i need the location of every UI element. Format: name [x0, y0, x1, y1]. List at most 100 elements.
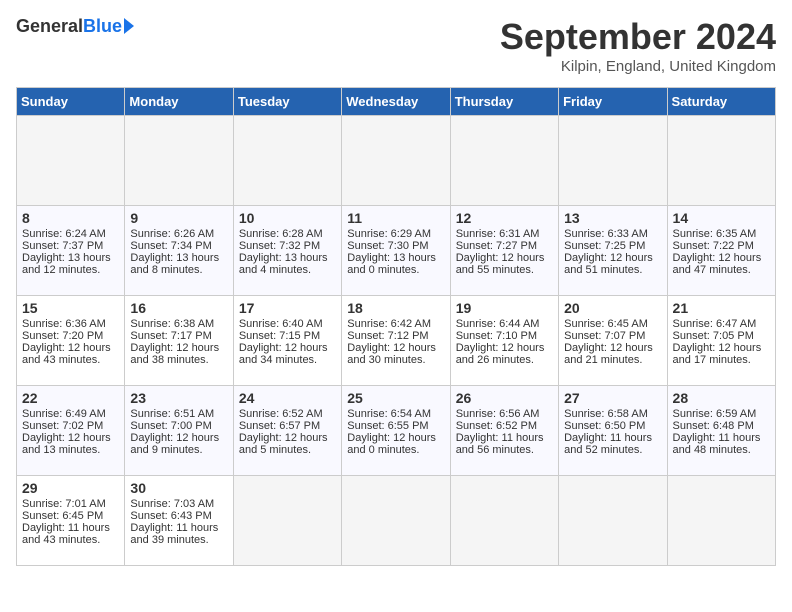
- logo-arrow-icon: [124, 18, 134, 34]
- header-friday: Friday: [559, 88, 667, 116]
- day-number: 24: [239, 390, 336, 406]
- daylight: Daylight: 11 hours and 39 minutes.: [130, 522, 218, 546]
- sunrise: Sunrise: 6:38 AM: [130, 318, 214, 330]
- sunset: Sunset: 7:07 PM: [564, 330, 645, 342]
- header-row: SundayMondayTuesdayWednesdayThursdayFrid…: [17, 88, 776, 116]
- day-number: 10: [239, 210, 336, 226]
- empty-cell: [559, 476, 667, 566]
- empty-cell: [342, 476, 450, 566]
- daylight: Daylight: 12 hours and 51 minutes.: [564, 252, 653, 276]
- sunset: Sunset: 7:17 PM: [130, 330, 211, 342]
- day-cell-12: 12Sunrise: 6:31 AMSunset: 7:27 PMDayligh…: [450, 206, 558, 296]
- day-number: 17: [239, 300, 336, 316]
- daylight: Daylight: 12 hours and 47 minutes.: [673, 252, 762, 276]
- header-saturday: Saturday: [667, 88, 775, 116]
- day-cell-10: 10Sunrise: 6:28 AMSunset: 7:32 PMDayligh…: [233, 206, 341, 296]
- daylight: Daylight: 13 hours and 0 minutes.: [347, 252, 436, 276]
- sunset: Sunset: 7:20 PM: [22, 330, 103, 342]
- daylight: Daylight: 11 hours and 43 minutes.: [22, 522, 110, 546]
- sunset: Sunset: 6:57 PM: [239, 420, 320, 432]
- day-cell-14: 14Sunrise: 6:35 AMSunset: 7:22 PMDayligh…: [667, 206, 775, 296]
- daylight: Daylight: 12 hours and 34 minutes.: [239, 342, 328, 366]
- daylight: Daylight: 12 hours and 30 minutes.: [347, 342, 436, 366]
- empty-cell: [667, 476, 775, 566]
- sunset: Sunset: 7:32 PM: [239, 240, 320, 252]
- day-number: 26: [456, 390, 553, 406]
- day-cell-28: 28Sunrise: 6:59 AMSunset: 6:48 PMDayligh…: [667, 386, 775, 476]
- day-number: 16: [130, 300, 227, 316]
- logo-blue: Blue: [83, 16, 122, 37]
- day-cell-19: 19 Sunrise: 6:44 AMSunset: 7:10 PMDayligh…: [450, 296, 558, 386]
- sunset: Sunset: 7:37 PM: [22, 240, 103, 252]
- daylight: Daylight: 11 hours and 48 minutes.: [673, 432, 761, 456]
- empty-cell: [342, 116, 450, 206]
- header-sunday: Sunday: [17, 88, 125, 116]
- sunrise: Sunrise: 6:51 AM: [130, 408, 214, 420]
- sunrise: Sunrise: 6:45 AM: [564, 318, 648, 330]
- sunrise: Sunrise: 6:54 AM: [347, 408, 431, 420]
- daylight: Daylight: 13 hours and 12 minutes.: [22, 252, 111, 276]
- sunrise: Sunrise: 6:47 AM: [673, 318, 757, 330]
- sunset: Sunset: 7:00 PM: [130, 420, 211, 432]
- sunrise: Sunrise: 6:44 AM: [456, 318, 540, 330]
- day-number: 18: [347, 300, 444, 316]
- daylight: Daylight: 12 hours and 43 minutes.: [22, 342, 111, 366]
- daylight: Daylight: 12 hours and 26 minutes.: [456, 342, 545, 366]
- sunrise: Sunrise: 6:31 AM: [456, 228, 540, 240]
- empty-cell: [450, 116, 558, 206]
- header-monday: Monday: [125, 88, 233, 116]
- empty-cell: [233, 476, 341, 566]
- daylight: Daylight: 12 hours and 38 minutes.: [130, 342, 219, 366]
- day-number: 20: [564, 300, 661, 316]
- calendar-week-3: 15Sunrise: 6:36 AMSunset: 7:20 PMDayligh…: [17, 296, 776, 386]
- sunrise: Sunrise: 7:03 AM: [130, 498, 214, 510]
- day-cell-21: 21 Sunrise: 6:47 AMSunset: 7:05 PMDayligh…: [667, 296, 775, 386]
- sunset: Sunset: 6:50 PM: [564, 420, 645, 432]
- daylight: Daylight: 12 hours and 5 minutes.: [239, 432, 328, 456]
- page-header: General Blue September 2024 Kilpin, Engl…: [16, 16, 776, 75]
- empty-cell: [667, 116, 775, 206]
- day-number: 21: [673, 300, 770, 316]
- sunrise: Sunrise: 6:33 AM: [564, 228, 648, 240]
- day-number: 23: [130, 390, 227, 406]
- sunset: Sunset: 7:10 PM: [456, 330, 537, 342]
- daylight: Daylight: 13 hours and 4 minutes.: [239, 252, 328, 276]
- daylight: Daylight: 12 hours and 0 minutes.: [347, 432, 436, 456]
- day-cell-17: 17Sunrise: 6:40 AMSunset: 7:15 PMDayligh…: [233, 296, 341, 386]
- logo-general: General: [16, 16, 83, 37]
- day-number: 29: [22, 480, 119, 496]
- day-number: 12: [456, 210, 553, 226]
- day-cell-15: 15Sunrise: 6:36 AMSunset: 7:20 PMDayligh…: [17, 296, 125, 386]
- calendar-week-5: 29Sunrise: 7:01 AMSunset: 6:45 PMDayligh…: [17, 476, 776, 566]
- empty-cell: [450, 476, 558, 566]
- sunset: Sunset: 7:30 PM: [347, 240, 428, 252]
- sunset: Sunset: 7:15 PM: [239, 330, 320, 342]
- day-number: 19: [456, 300, 553, 316]
- daylight: Daylight: 13 hours and 8 minutes.: [130, 252, 219, 276]
- daylight: Daylight: 12 hours and 55 minutes.: [456, 252, 545, 276]
- day-number: 27: [564, 390, 661, 406]
- day-cell-24: 24 Sunrise: 6:52 AMSunset: 6:57 PMDayligh…: [233, 386, 341, 476]
- daylight: Daylight: 12 hours and 17 minutes.: [673, 342, 762, 366]
- day-cell-18: 18Sunrise: 6:42 AMSunset: 7:12 PMDayligh…: [342, 296, 450, 386]
- sunset: Sunset: 6:48 PM: [673, 420, 754, 432]
- daylight: Daylight: 11 hours and 56 minutes.: [456, 432, 544, 456]
- sunrise: Sunrise: 6:52 AM: [239, 408, 323, 420]
- day-number: 30: [130, 480, 227, 496]
- sunset: Sunset: 6:55 PM: [347, 420, 428, 432]
- day-cell-22: 22Sunrise: 6:49 AMSunset: 7:02 PMDayligh…: [17, 386, 125, 476]
- sunset: Sunset: 7:12 PM: [347, 330, 428, 342]
- sunrise: Sunrise: 6:58 AM: [564, 408, 648, 420]
- daylight: Daylight: 11 hours and 52 minutes.: [564, 432, 652, 456]
- daylight: Daylight: 12 hours and 13 minutes.: [22, 432, 111, 456]
- daylight: Daylight: 12 hours and 9 minutes.: [130, 432, 219, 456]
- sunset: Sunset: 6:52 PM: [456, 420, 537, 432]
- header-wednesday: Wednesday: [342, 88, 450, 116]
- calendar-week-4: 22Sunrise: 6:49 AMSunset: 7:02 PMDayligh…: [17, 386, 776, 476]
- day-cell-9: 9Sunrise: 6:26 AMSunset: 7:34 PMDaylight…: [125, 206, 233, 296]
- empty-cell: [17, 116, 125, 206]
- calendar-week-2: 8Sunrise: 6:24 AMSunset: 7:37 PMDaylight…: [17, 206, 776, 296]
- sunset: Sunset: 7:05 PM: [673, 330, 754, 342]
- sunset: Sunset: 6:45 PM: [22, 510, 103, 522]
- sunset: Sunset: 7:34 PM: [130, 240, 211, 252]
